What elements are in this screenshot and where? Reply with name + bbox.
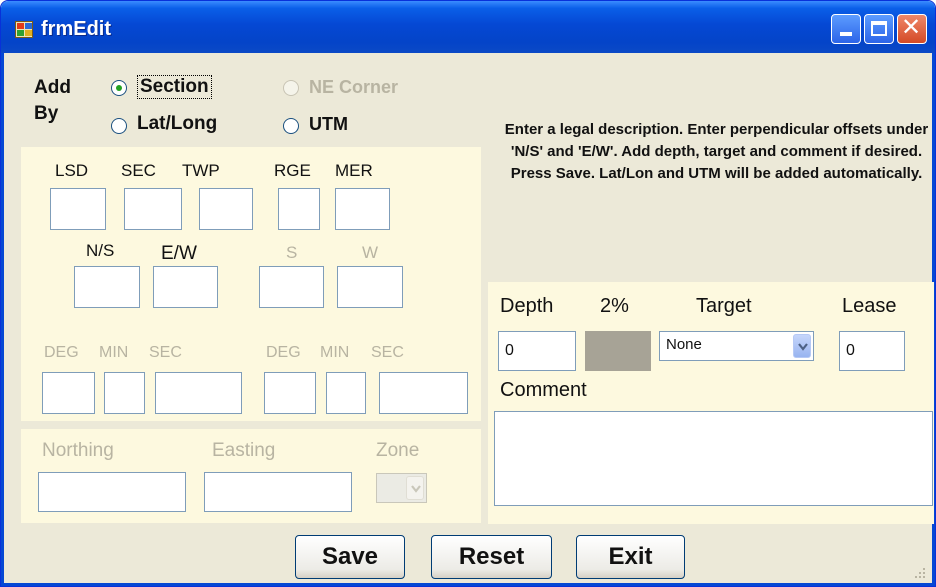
exit-button[interactable]: Exit xyxy=(576,535,685,579)
s-offset-input[interactable] xyxy=(259,266,324,308)
edit-window: frmEdit ✕ Add By Section NE Corner Lat/L… xyxy=(0,0,936,587)
add-by-label-line2: By xyxy=(34,103,59,124)
sec-label: SEC xyxy=(121,161,156,180)
ew-offset-input[interactable] xyxy=(153,266,218,308)
sec-input[interactable] xyxy=(124,188,182,230)
reset-button[interactable]: Reset xyxy=(431,535,552,579)
lon-sec-input[interactable] xyxy=(379,372,468,414)
easting-input[interactable] xyxy=(204,472,352,512)
depth-label: Depth xyxy=(500,295,554,317)
utm-radio-label[interactable]: UTM xyxy=(309,114,348,135)
close-button[interactable]: ✕ xyxy=(897,13,927,44)
lon-min-input[interactable] xyxy=(326,372,366,414)
ne-corner-radio[interactable] xyxy=(283,80,299,96)
close-icon: ✕ xyxy=(901,13,922,41)
maximize-icon xyxy=(871,21,887,36)
lsd-label: LSD xyxy=(55,161,89,180)
lon-deg-label: DEG xyxy=(266,344,301,361)
twp-input[interactable] xyxy=(199,188,253,230)
lat-deg-input[interactable] xyxy=(42,372,95,414)
section-radio-label[interactable]: Section xyxy=(137,75,212,99)
rge-label: RGE xyxy=(274,161,311,180)
zone-dropdown[interactable] xyxy=(376,473,427,503)
s-label: S xyxy=(286,243,298,262)
chevron-down-icon xyxy=(798,343,808,351)
window-title: frmEdit xyxy=(41,18,111,40)
title-bar[interactable]: frmEdit ✕ xyxy=(1,1,935,53)
utm-radio[interactable] xyxy=(283,118,299,134)
lat-min-input[interactable] xyxy=(104,372,145,414)
northing-input[interactable] xyxy=(38,472,186,512)
section-radio[interactable] xyxy=(111,80,127,96)
minimize-button[interactable] xyxy=(831,14,861,44)
lon-min-label: MIN xyxy=(320,344,350,361)
ne-corner-radio-label[interactable]: NE Corner xyxy=(309,77,398,98)
northing-label: Northing xyxy=(42,440,114,461)
lon-deg-input[interactable] xyxy=(264,372,316,414)
comment-label: Comment xyxy=(500,379,587,401)
lat-long-radio[interactable] xyxy=(111,118,127,134)
ns-offset-input[interactable] xyxy=(74,266,140,308)
zone-label: Zone xyxy=(376,440,420,461)
chevron-down-icon xyxy=(411,485,421,493)
lat-sec-label: SEC xyxy=(149,344,182,361)
target-dropdown-arrow[interactable] xyxy=(793,334,811,358)
lat-long-radio-label[interactable]: Lat/Long xyxy=(137,113,217,135)
twp-label: TWP xyxy=(182,161,220,180)
rge-input[interactable] xyxy=(278,188,320,230)
target-dropdown[interactable]: None xyxy=(659,331,814,361)
percent-label: 2% xyxy=(600,295,629,317)
mer-input[interactable] xyxy=(335,188,390,230)
target-dropdown-value: None xyxy=(666,336,702,353)
mer-label: MER xyxy=(335,161,373,180)
easting-label: Easting xyxy=(212,440,276,461)
target-label: Target xyxy=(696,295,752,317)
lat-deg-label: DEG xyxy=(44,344,79,361)
zone-dropdown-arrow[interactable] xyxy=(406,476,424,500)
resize-grip-icon[interactable] xyxy=(912,565,926,579)
maximize-button[interactable] xyxy=(864,14,894,44)
lease-label: Lease xyxy=(842,295,897,317)
form-client-area: Add By Section NE Corner Lat/Long UTM LS… xyxy=(1,53,935,586)
comment-textarea[interactable] xyxy=(494,411,933,506)
add-by-label-line1: Add xyxy=(34,77,71,98)
minimize-icon xyxy=(840,32,852,36)
ew-label: E/W xyxy=(161,243,197,264)
lsd-input[interactable] xyxy=(50,188,106,230)
lon-sec-label: SEC xyxy=(371,344,404,361)
w-label: W xyxy=(362,243,379,262)
ns-label: N/S xyxy=(86,241,115,260)
save-button[interactable]: Save xyxy=(295,535,405,579)
percent-color-swatch[interactable] xyxy=(585,331,651,371)
lat-sec-input[interactable] xyxy=(155,372,242,414)
app-icon xyxy=(15,21,33,38)
lease-input[interactable] xyxy=(839,331,905,371)
instructions-text: Enter a legal description. Enter perpend… xyxy=(504,121,929,182)
lat-min-label: MIN xyxy=(99,344,129,361)
w-offset-input[interactable] xyxy=(337,266,403,308)
depth-input[interactable] xyxy=(498,331,576,371)
